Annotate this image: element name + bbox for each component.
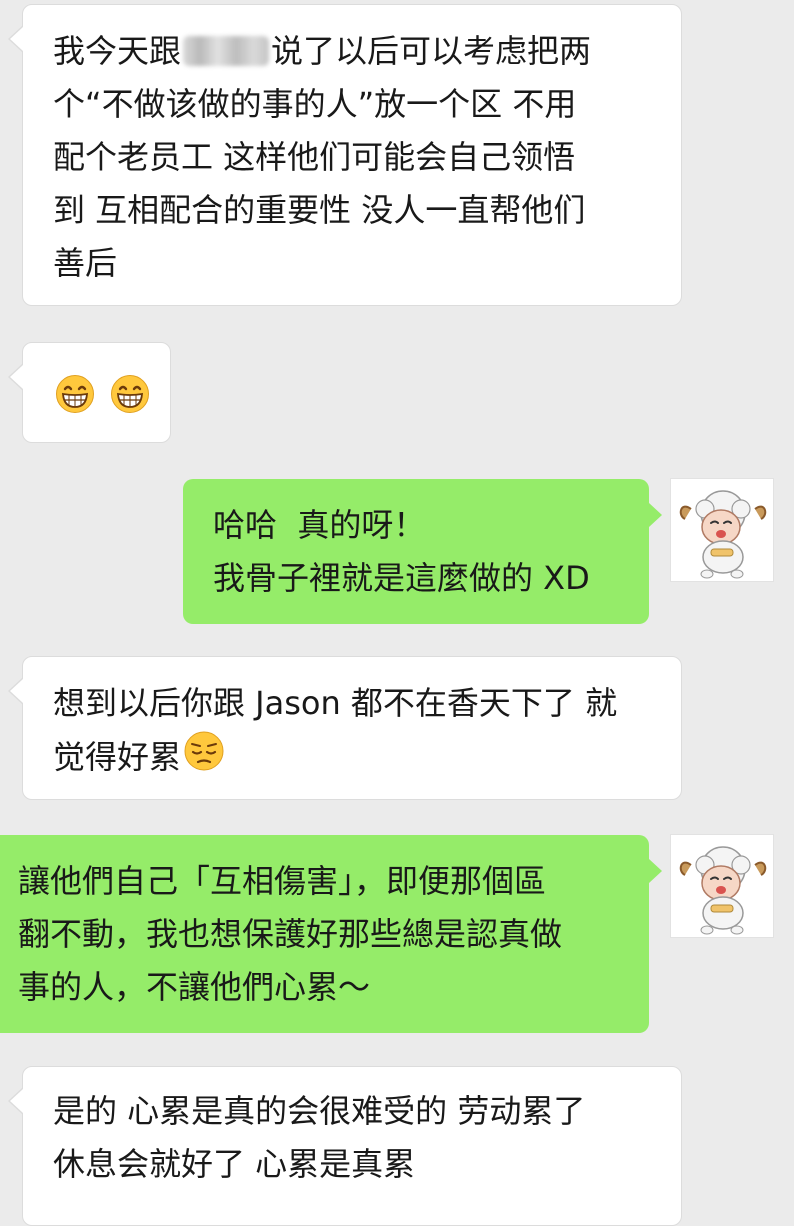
outgoing-message-bubble[interactable]: 讓他們自己「互相傷害」，即便那個區 翻不動，我也想保護好那些總是認真做 事的人，… [0,835,662,1033]
message-text-line: 个“不做该做的事的人”放一个区 不用 [53,85,577,123]
bubble-tail [10,679,23,703]
message-text-line: 我今天跟 说了以后可以考虑把两 [53,32,592,70]
bubble-tail [649,859,662,883]
avatar[interactable] [670,478,774,582]
message-text-line: 是的 心累是真的会很难受的 劳动累了 [53,1092,586,1130]
grinning-face-icon [55,374,95,430]
message-text-line: 我骨子裡就是這麼做的 XD [213,559,590,597]
message-text-line: 善后 [53,244,118,282]
chat-message-list[interactable]: 我今天跟 说了以后可以考虑把两 个“不做该做的事的人”放一个区 不用 配个老员工 … [0,0,794,1226]
message-text-line: 想到以后你跟 Jason 都不在香天下了 就 [53,684,618,722]
incoming-message-bubble[interactable]: 我今天跟 说了以后可以考虑把两 个“不做该做的事的人”放一个区 不用 配个老员工 … [8,4,682,306]
grinning-face-icon [110,374,150,430]
message-text-line: 休息会就好了 心累是真累 [53,1145,416,1183]
redacted-name [183,36,270,66]
pensive-face-icon [183,730,225,788]
message-text-line: 哈哈 真的呀！ [213,506,426,544]
outgoing-message-bubble[interactable]: 哈哈 真的呀！ 我骨子裡就是這麼做的 XD [183,479,662,624]
message-text-line: 翻不動，我也想保護好那些總是認真做 [18,915,563,953]
sheep-avatar-icon [671,479,773,581]
sheep-avatar-icon [671,835,773,937]
message-text-line: 到 互相配合的重要性 没人一直帮他们 [53,191,586,229]
bubble-tail [10,1089,23,1113]
bubble-tail [10,27,23,51]
bubble-tail [10,365,23,389]
message-text-line: 事的人，不讓他們心累～ [18,968,371,1006]
message-text-line: 觉得好累 [53,730,655,788]
message-text-line: 讓他們自己「互相傷害」，即便那個區 [18,862,547,900]
incoming-message-bubble[interactable]: 想到以后你跟 Jason 都不在香天下了 就 觉得好累 [8,656,682,800]
avatar[interactable] [670,834,774,938]
incoming-message-bubble[interactable]: 是的 心累是真的会很难受的 劳动累了 休息会就好了 心累是真累 [8,1066,682,1226]
message-text-line: 配个老员工 这样他们可能会自己领悟 [53,138,576,176]
bubble-tail [649,503,662,527]
incoming-message-bubble[interactable] [8,342,171,443]
